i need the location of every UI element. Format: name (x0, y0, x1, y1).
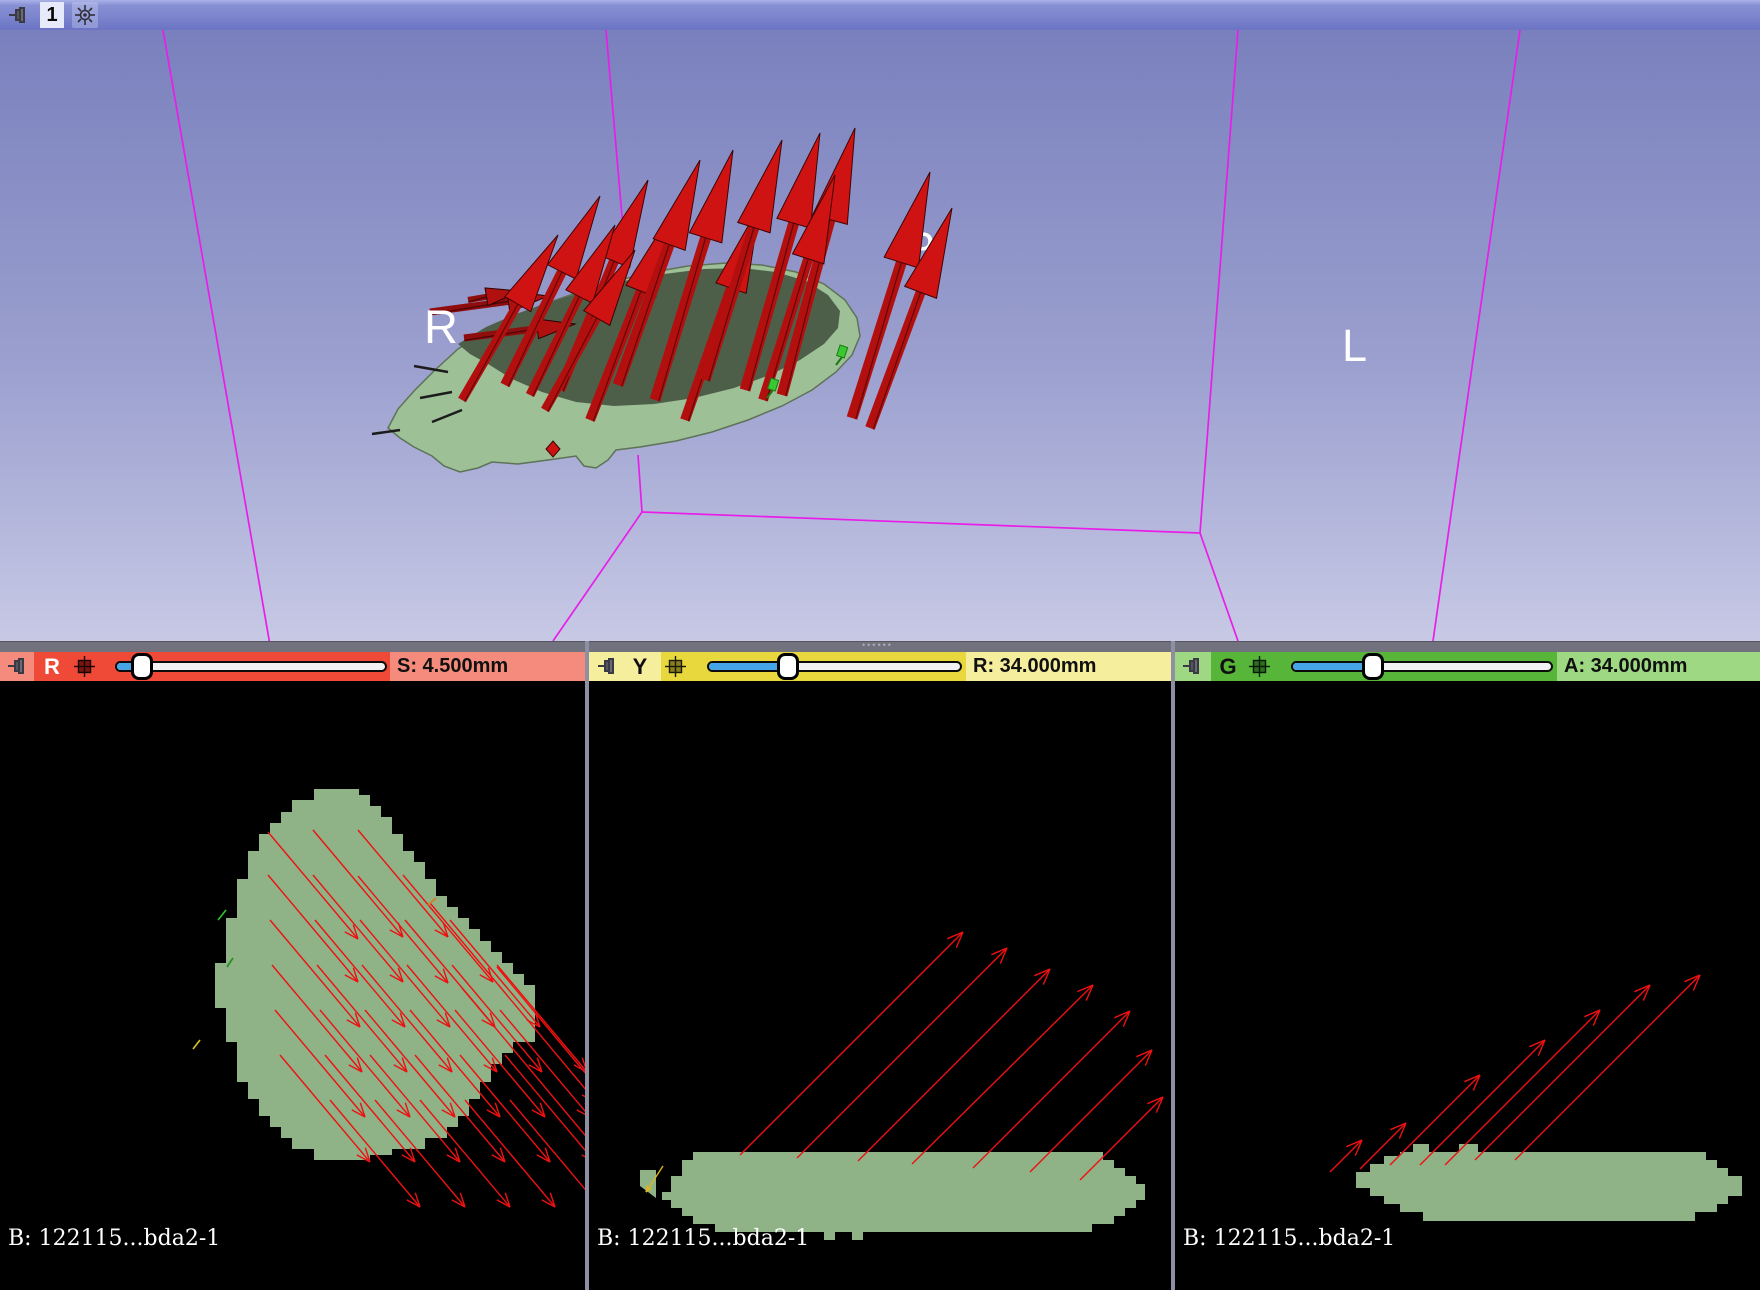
volume-label-green: B: 122115...bda2-1 (1183, 1226, 1395, 1251)
slice-letter-red: R (38, 652, 66, 681)
slider-handle[interactable] (777, 653, 799, 680)
center-view-button[interactable] (72, 2, 98, 28)
slice-visibility-icon[interactable] (1249, 656, 1270, 677)
pin-icon[interactable] (1182, 656, 1202, 681)
slice-view-yellow[interactable] (589, 681, 1171, 1290)
slice-view-red[interactable] (0, 681, 585, 1290)
vertical-splitter-2[interactable] (1171, 641, 1175, 1290)
slice-view-green[interactable] (1175, 681, 1760, 1290)
slice-visibility-icon[interactable] (74, 656, 95, 677)
volume-label-yellow: B: 122115...bda2-1 (597, 1226, 809, 1251)
vertical-splitter-1[interactable] (585, 641, 589, 1290)
slice-offset-value[interactable]: R: 34.000mm (966, 652, 1096, 681)
slice-offset-slider[interactable] (707, 661, 962, 672)
slice-offset-value[interactable]: A: 34.000mm (1557, 652, 1687, 681)
slicer-main-window: 1 P R L •••••• R (0, 0, 1760, 1290)
slice-controller-green: G A: 34.000mm (1175, 652, 1760, 681)
orientation-label-right: R (424, 299, 458, 354)
view3d-name-label: 1 (40, 2, 64, 28)
volume-label-red: B: 122115...bda2-1 (8, 1226, 220, 1251)
slice-letter-yellow: Y (625, 652, 655, 681)
view3d-controller-bar: 1 (0, 0, 1760, 31)
slice-offset-slider[interactable] (1291, 661, 1553, 672)
offset-value-zone[interactable]: A: 34.000mm (1557, 652, 1760, 681)
slice-visibility-icon[interactable] (665, 656, 686, 677)
orientation-label-left: L (1342, 320, 1367, 372)
slider-handle[interactable] (1362, 653, 1384, 680)
slice-letter-green: G (1213, 652, 1243, 681)
slice-controller-yellow: Y R: 34.000mm (589, 652, 1171, 681)
slider-handle[interactable] (131, 653, 153, 680)
splitter-grip[interactable]: •••••• (862, 640, 893, 650)
crosshair-icon (74, 4, 96, 26)
offset-value-zone[interactable]: S: 4.500mm (390, 652, 585, 681)
offset-value-zone[interactable]: R: 34.000mm (966, 652, 1171, 681)
view3d-viewport[interactable]: P (0, 30, 1760, 641)
slice-offset-slider[interactable] (115, 661, 387, 672)
horizontal-splitter[interactable]: •••••• (0, 641, 1760, 652)
slice-offset-value[interactable]: S: 4.500mm (390, 652, 508, 681)
pin-icon[interactable] (597, 656, 617, 681)
pin-icon[interactable] (8, 5, 28, 25)
pin-icon[interactable] (7, 656, 27, 681)
slice-controller-red: R S: 4.500mm (0, 652, 585, 681)
